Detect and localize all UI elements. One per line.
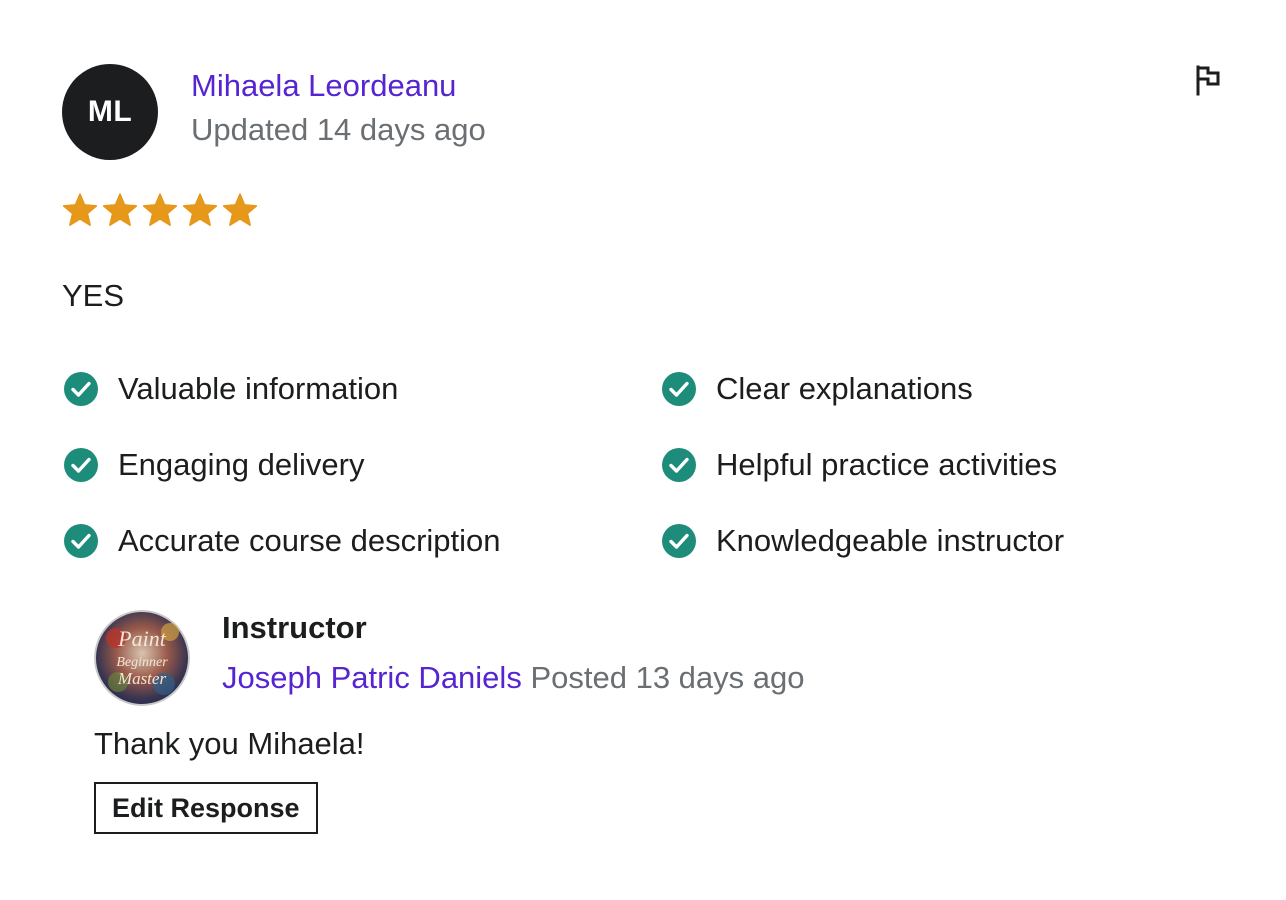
instructor-name[interactable]: Joseph Patric Daniels	[222, 660, 522, 695]
check-circle-icon	[660, 522, 698, 560]
response-text: Thank you Mihaela!	[94, 726, 365, 761]
edit-response-button[interactable]: Edit Response	[94, 782, 318, 834]
star-rating	[62, 192, 258, 228]
highlight-label: Valuable information	[118, 371, 399, 406]
highlight-item: Engaging delivery	[62, 442, 364, 488]
highlight-label: Clear explanations	[716, 371, 973, 406]
highlight-item: Clear explanations	[660, 366, 973, 412]
check-circle-icon	[62, 522, 100, 560]
response-meta: Joseph Patric Daniels Posted 13 days ago	[222, 660, 805, 696]
review-card: ML Mihaela Leordeanu Updated 14 days ago…	[0, 0, 1286, 900]
highlight-item: Knowledgeable instructor	[660, 518, 1064, 564]
highlight-item: Helpful practice activities	[660, 442, 1057, 488]
avatar-text-beginner: Beginner	[116, 655, 168, 670]
response-posted-time: Posted 13 days ago	[530, 660, 805, 695]
check-circle-icon	[660, 370, 698, 408]
star-icon	[182, 192, 218, 228]
reviewer-name[interactable]: Mihaela Leordeanu	[191, 68, 456, 104]
highlight-label: Accurate course description	[118, 523, 501, 558]
reviewer-avatar: ML	[62, 64, 158, 160]
highlight-label: Helpful practice activities	[716, 447, 1058, 482]
instructor-avatar: Paint Beginner Master	[94, 610, 190, 706]
check-circle-icon	[660, 446, 698, 484]
highlight-item: Valuable information	[62, 366, 398, 412]
highlight-label: Engaging delivery	[118, 447, 365, 482]
report-flag-button[interactable]	[1190, 62, 1226, 98]
star-icon	[142, 192, 178, 228]
check-circle-icon	[62, 446, 100, 484]
flag-icon	[1196, 65, 1220, 96]
review-updated-time: Updated 14 days ago	[191, 112, 486, 147]
highlight-item: Accurate course description	[62, 518, 501, 564]
check-circle-icon	[62, 370, 100, 408]
avatar-text-paint: Paint	[117, 626, 167, 651]
star-icon	[102, 192, 138, 228]
avatar-text-master: Master	[117, 669, 167, 688]
star-icon	[62, 192, 98, 228]
star-icon	[222, 192, 258, 228]
review-text: YES	[62, 278, 125, 313]
response-role: Instructor	[222, 610, 367, 645]
reviewer-initials: ML	[87, 95, 133, 128]
highlight-label: Knowledgeable instructor	[716, 523, 1065, 558]
instructor-response: Paint Beginner Master Instructor Joseph …	[94, 610, 1194, 850]
